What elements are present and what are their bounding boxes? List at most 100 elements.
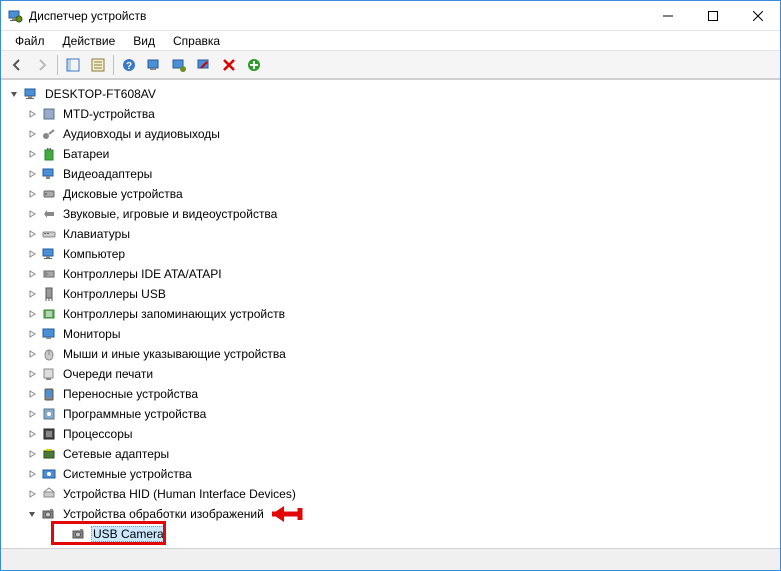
category-icon xyxy=(41,206,57,222)
tree-category[interactable]: Системные устройства xyxy=(3,464,778,484)
tree-category[interactable]: Контроллеры IDE ATA/ATAPI xyxy=(3,264,778,284)
tree-category-label: Программные устройства xyxy=(61,406,208,422)
tree-category[interactable]: Очереди печати xyxy=(3,364,778,384)
chevron-right-icon[interactable] xyxy=(25,227,39,241)
chevron-right-icon[interactable] xyxy=(25,107,39,121)
tree-category-label: Видеоадаптеры xyxy=(61,166,154,182)
category-icon xyxy=(41,486,57,502)
category-icon xyxy=(41,186,57,202)
statusbar xyxy=(1,548,780,570)
computer-icon xyxy=(23,86,39,102)
tree-category-label: Аудиовходы и аудиовыходы xyxy=(61,126,222,142)
show-hide-tree-button[interactable] xyxy=(61,53,85,77)
chevron-right-icon[interactable] xyxy=(25,287,39,301)
update-driver-button[interactable] xyxy=(167,53,191,77)
device-tree[interactable]: DESKTOP-FT608AV MTD-устройства Аудиовходы… xyxy=(1,80,780,548)
menu-file[interactable]: Файл xyxy=(7,32,53,50)
tree-category-label: Дисковые устройства xyxy=(61,186,185,202)
category-icon xyxy=(41,286,57,302)
tree-device-label: USB Camera xyxy=(91,526,166,542)
properties-button[interactable] xyxy=(86,53,110,77)
forward-button[interactable] xyxy=(30,53,54,77)
tree-category-label: Клавиатуры xyxy=(61,226,132,242)
maximize-button[interactable] xyxy=(690,1,735,30)
tree-category[interactable]: Программные устройства xyxy=(3,404,778,424)
tree-category[interactable]: Процессоры xyxy=(3,424,778,444)
chevron-right-icon[interactable] xyxy=(25,307,39,321)
tree-category[interactable]: Батареи xyxy=(3,144,778,164)
menu-view[interactable]: Вид xyxy=(125,32,163,50)
window-title: Диспетчер устройств xyxy=(29,9,645,23)
back-button[interactable] xyxy=(5,53,29,77)
category-icon xyxy=(41,126,57,142)
tree-category[interactable]: Мыши и иные указывающие устройства xyxy=(3,344,778,364)
tree-category[interactable]: Мониторы xyxy=(3,324,778,344)
window-controls xyxy=(645,1,780,30)
category-icon xyxy=(41,426,57,442)
tree-root[interactable]: DESKTOP-FT608AV xyxy=(3,84,778,104)
tree-category[interactable]: Устройства обработки изображений xyxy=(3,504,778,524)
scan-button[interactable] xyxy=(142,53,166,77)
tree-category-label: Компьютер xyxy=(61,246,127,262)
tree-category[interactable]: Видеоадаптеры xyxy=(3,164,778,184)
category-icon xyxy=(41,506,57,522)
tree-category[interactable]: Контроллеры запоминающих устройств xyxy=(3,304,778,324)
chevron-right-icon[interactable] xyxy=(25,327,39,341)
menu-action[interactable]: Действие xyxy=(55,32,124,50)
tree-category[interactable]: Звуковые, игровые и видеоустройства xyxy=(3,204,778,224)
chevron-right-icon[interactable] xyxy=(25,407,39,421)
tree-category[interactable]: MTD-устройства xyxy=(3,104,778,124)
app-icon xyxy=(7,8,23,24)
tree-category-label: Звуковые, игровые и видеоустройства xyxy=(61,206,279,222)
tree-category-label: MTD-устройства xyxy=(61,106,157,122)
tree-category-label: Контроллеры IDE ATA/ATAPI xyxy=(61,266,224,282)
category-icon xyxy=(41,466,57,482)
chevron-right-icon[interactable] xyxy=(25,427,39,441)
chevron-right-icon[interactable] xyxy=(25,487,39,501)
chevron-right-icon[interactable] xyxy=(25,147,39,161)
close-button[interactable] xyxy=(735,1,780,30)
category-icon xyxy=(41,106,57,122)
chevron-right-icon[interactable] xyxy=(25,187,39,201)
uninstall-button[interactable] xyxy=(192,53,216,77)
chevron-right-icon[interactable] xyxy=(25,167,39,181)
chevron-right-icon[interactable] xyxy=(25,347,39,361)
tree-category-label: Устройства HID (Human Interface Devices) xyxy=(61,486,298,502)
camera-icon xyxy=(71,526,87,542)
menubar: Файл Действие Вид Справка xyxy=(1,31,780,51)
disable-button[interactable] xyxy=(217,53,241,77)
tree-category[interactable]: Дисковые устройства xyxy=(3,184,778,204)
chevron-down-icon[interactable] xyxy=(25,507,39,521)
tree-category-label: Батареи xyxy=(61,146,111,162)
svg-text:?: ? xyxy=(126,61,132,72)
category-icon xyxy=(41,446,57,462)
chevron-right-icon[interactable] xyxy=(25,467,39,481)
chevron-right-icon[interactable] xyxy=(25,207,39,221)
tree-category[interactable]: Устройства HID (Human Interface Devices) xyxy=(3,484,778,504)
tree-category-label: Мыши и иные указывающие устройства xyxy=(61,346,288,362)
chevron-right-icon[interactable] xyxy=(25,267,39,281)
category-icon xyxy=(41,406,57,422)
tree-device-usb-camera[interactable]: USB Camera xyxy=(3,524,778,544)
content-area: DESKTOP-FT608AV MTD-устройства Аудиовходы… xyxy=(1,79,780,570)
chevron-right-icon[interactable] xyxy=(25,247,39,261)
tree-category[interactable]: Клавиатуры xyxy=(3,224,778,244)
enable-button[interactable] xyxy=(242,53,266,77)
tree-category[interactable]: Аудиовходы и аудиовыходы xyxy=(3,124,778,144)
minimize-button[interactable] xyxy=(645,1,690,30)
chevron-right-icon[interactable] xyxy=(25,387,39,401)
category-icon xyxy=(41,226,57,242)
chevron-right-icon[interactable] xyxy=(25,367,39,381)
chevron-right-icon[interactable] xyxy=(25,127,39,141)
chevron-down-icon[interactable] xyxy=(7,87,21,101)
category-icon xyxy=(41,386,57,402)
tree-category-label: Переносные устройства xyxy=(61,386,200,402)
tree-category[interactable]: Переносные устройства xyxy=(3,384,778,404)
menu-help[interactable]: Справка xyxy=(165,32,228,50)
tree-category-label: Очереди печати xyxy=(61,366,155,382)
chevron-right-icon[interactable] xyxy=(25,447,39,461)
tree-category[interactable]: Сетевые адаптеры xyxy=(3,444,778,464)
help-button[interactable]: ? xyxy=(117,53,141,77)
tree-category[interactable]: Компьютер xyxy=(3,244,778,264)
tree-category[interactable]: Контроллеры USB xyxy=(3,284,778,304)
